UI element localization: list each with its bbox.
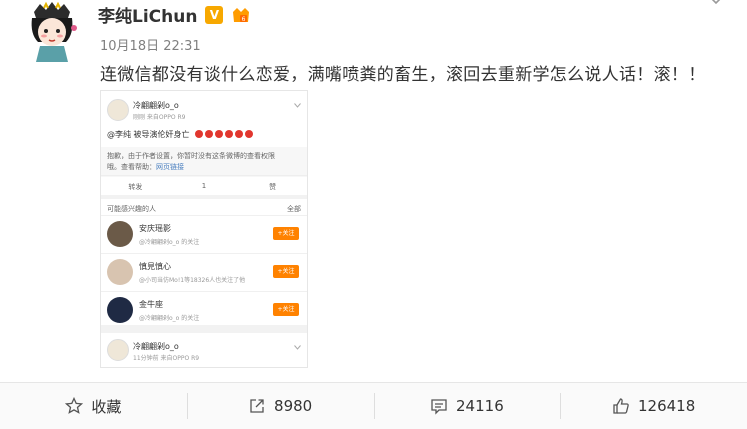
mini-avatar xyxy=(107,339,129,361)
mini-user-name: 冷翩翩剁ο_ο xyxy=(133,101,179,110)
like-count: 126418 xyxy=(637,397,696,415)
mini-rec-row: 金牛座 @冷翩翩剁ο_ο 的关注 +关注 xyxy=(101,291,307,329)
favorite-button[interactable]: 收藏 xyxy=(0,383,187,429)
mini-permission-notice: 抱歉，由于作者设置，你暂时没有这条微博的查看权限 哦。查看帮助：网页链接 xyxy=(101,147,307,177)
post-action-bar: 收藏 8980 24116 126418 xyxy=(0,382,747,429)
chevron-down-icon[interactable] xyxy=(707,0,725,6)
mini-avatar xyxy=(107,99,129,121)
embedded-screenshot-image[interactable]: 冷翩翩剁ο_ο 刚刚 来自OPPO R9 @李纯 被导演伦奸身亡 抱歉，由于作者… xyxy=(100,90,308,368)
comment-icon xyxy=(431,399,447,415)
mini-rec-row: 安庆瑶影 @冷翩翩剁ο_ο 的关注 +关注 xyxy=(101,215,307,253)
chevron-down-icon xyxy=(294,345,301,350)
mini-user-sub: 11分钟前 来自OPPO R9 xyxy=(133,355,200,362)
mini-user-name: 冷翩翩剁ο_ο xyxy=(133,342,179,351)
verified-v-icon: V xyxy=(205,5,224,24)
mini-rec-header: 可能感兴趣的人 xyxy=(107,205,156,213)
author-name[interactable]: 李纯LiChun xyxy=(98,2,197,27)
post-text: 连微信都没有谈什么恋爱，满嘴喷粪的畜生，滚回去重新学怎么说人话！滚！！ xyxy=(100,65,706,85)
comment-count: 24116 xyxy=(456,397,504,415)
chevron-down-icon xyxy=(294,103,301,108)
author-avatar[interactable] xyxy=(22,0,82,62)
level-crown-icon: 6 xyxy=(233,7,250,23)
star-icon xyxy=(65,397,84,414)
favorite-label: 收藏 xyxy=(91,397,122,416)
repost-button[interactable]: 8980 xyxy=(186,383,374,429)
comment-button[interactable]: 24116 xyxy=(373,383,561,429)
repost-count: 8980 xyxy=(274,397,313,415)
mini-action-bar: 转发 1 赞 xyxy=(101,175,307,195)
like-button[interactable]: 126418 xyxy=(560,383,747,429)
mini-rec-row: 慎見慎心 @小司当仿Mo!1等18326人也关注了他 +关注 xyxy=(101,253,307,291)
mini-rec-all: 全部 xyxy=(287,205,301,213)
mini-user-sub: 刚刚 来自OPPO R9 xyxy=(133,114,186,121)
svg-text:6: 6 xyxy=(242,16,246,23)
mini-mention-text: @李纯 被导演伦奸身亡 xyxy=(107,130,190,139)
post-timestamp[interactable]: 10月18日 22:31 xyxy=(100,35,201,54)
share-icon xyxy=(250,399,264,413)
thumbs-up-icon xyxy=(613,398,629,414)
apple-emoji-row xyxy=(195,130,253,138)
